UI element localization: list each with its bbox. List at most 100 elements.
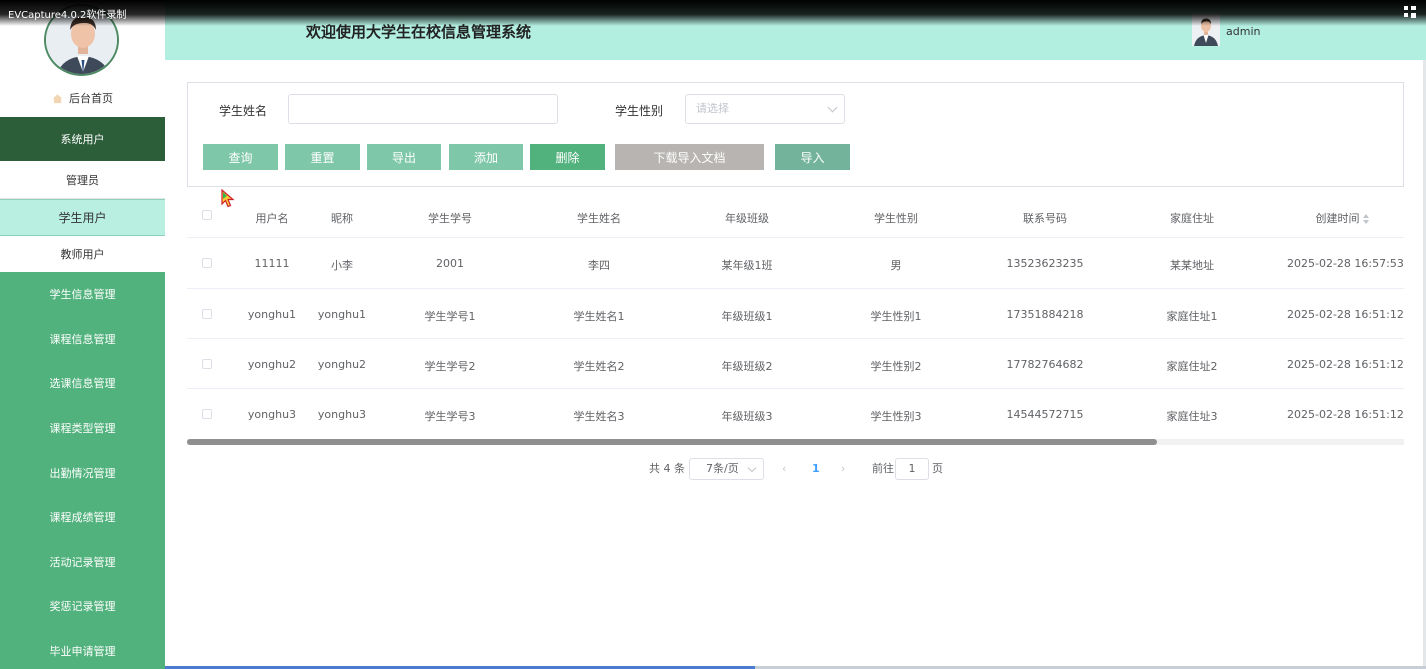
table-row[interactable]: yonghu2 yonghu2 学生学号2 学生姓名2 年级班级2 学生性别2 177827…	[187, 339, 1404, 389]
sidebar-item-admin[interactable]: 管理员	[0, 161, 165, 199]
table-cell: 某某地址	[1170, 259, 1214, 272]
sidebar-menu: 学生信息管理 课程信息管理 选课信息管理 课程类型管理 出勤情况管理 课程成绩管…	[0, 272, 165, 669]
sidebar-category-system-users[interactable]: 系统用户	[0, 117, 165, 161]
column-header: 学生性别	[874, 212, 918, 225]
student-name-label: 学生姓名	[219, 104, 268, 118]
sidebar-item-student-users[interactable]: 学生用户	[0, 199, 165, 236]
query-button[interactable]: 查询	[203, 144, 278, 170]
table-cell: 年级班级2	[721, 360, 773, 373]
main-content: 学生姓名 学生性别 请选择 查询 重置 导出 添加 删除 下载导入文档 导入 用…	[165, 60, 1426, 669]
delete-button[interactable]: 删除	[530, 144, 605, 170]
sidebar-item-label: 选课信息管理	[49, 377, 116, 391]
sidebar: 后台首页 系统用户 管理员 学生用户 教师用户 学生信息管理 课程信息管理 选课…	[0, 0, 165, 669]
pagination-total: 共 4 条	[649, 462, 685, 475]
sidebar-item-label: 出勤情况管理	[49, 466, 116, 480]
recorder-title: EVCapture4.0.2软件录制	[8, 10, 127, 21]
row-checkbox[interactable]	[202, 309, 212, 319]
table-cell: 学生姓名3	[573, 410, 625, 423]
row-checkbox[interactable]	[202, 258, 212, 268]
student-gender-select[interactable]: 请选择	[685, 94, 845, 124]
recorder-layout-icon[interactable]	[1404, 6, 1416, 18]
horizontal-scrollbar[interactable]	[187, 439, 1404, 445]
table-cell: 学生姓名2	[573, 360, 625, 373]
table-row[interactable]: yonghu1 yonghu1 学生学号1 学生姓名1 年级班级1 学生性别1 173518…	[187, 289, 1404, 339]
sidebar-item-label: 课程信息管理	[49, 332, 116, 346]
scrollbar-thumb[interactable]	[187, 439, 1157, 445]
row-checkbox[interactable]	[202, 409, 212, 419]
sidebar-item-activity-records[interactable]: 活动记录管理	[0, 540, 165, 585]
user-name[interactable]: admin	[1226, 25, 1260, 38]
row-checkbox[interactable]	[202, 359, 212, 369]
home-icon	[52, 93, 63, 103]
table-cell: 2001	[436, 257, 464, 270]
gender-select-placeholder: 请选择	[696, 102, 729, 115]
table-row[interactable]: 11111 小李 2001 李四 某年级1班 男 13523623235 某某地址 2025-0…	[187, 238, 1404, 289]
sidebar-item-label: 管理员	[66, 173, 99, 187]
select-all-checkbox[interactable]	[202, 210, 212, 220]
sidebar-item-label: 教师用户	[60, 248, 105, 261]
sidebar-item-course-type[interactable]: 课程类型管理	[0, 406, 165, 451]
table-row[interactable]: yonghu3 yonghu3 学生学号3 学生姓名3 年级班级3 学生性别3 145445…	[187, 389, 1404, 440]
table-cell: 学生学号1	[424, 310, 476, 323]
table-cell: yonghu1	[247, 308, 297, 321]
table-cell: yonghu3	[317, 408, 367, 421]
sidebar-home[interactable]: 后台首页	[0, 86, 165, 110]
table-cell: yonghu2	[317, 358, 367, 371]
sidebar-item-label: 奖惩记录管理	[49, 600, 116, 614]
column-header: 用户名	[255, 212, 289, 225]
sidebar-item-graduation[interactable]: 毕业申请管理	[0, 629, 165, 669]
sidebar-item-rewards-penalties[interactable]: 奖惩记录管理	[0, 584, 165, 629]
table-cell: 家庭住址1	[1166, 310, 1218, 323]
table-cell: 17351884218	[1006, 308, 1084, 321]
table-cell: 男	[890, 259, 902, 272]
export-button[interactable]: 导出	[367, 144, 441, 170]
sidebar-item-attendance[interactable]: 出勤情况管理	[0, 450, 165, 495]
sidebar-item-course-grades[interactable]: 课程成绩管理	[0, 495, 165, 540]
sidebar-item-student-info[interactable]: 学生信息管理	[0, 272, 165, 317]
goto-label: 前往	[872, 462, 894, 475]
table-cell: 家庭住址2	[1166, 360, 1218, 373]
table-cell: 13523623235	[1006, 257, 1084, 270]
add-button[interactable]: 添加	[449, 144, 523, 170]
page-size-value: 7条/页	[706, 462, 739, 475]
goto-page-input[interactable]: 1	[895, 458, 929, 480]
table-cell: 学生性别3	[870, 410, 922, 423]
table-cell: 2025-02-28 16:57:53	[1287, 257, 1404, 270]
page-size-select[interactable]: 7条/页	[689, 458, 764, 480]
sidebar-item-teacher-users[interactable]: 教师用户	[0, 236, 165, 272]
page-number-current[interactable]: 1	[812, 458, 820, 480]
prev-page-icon[interactable]: ‹	[782, 458, 786, 480]
sidebar-item-course-selection[interactable]: 选课信息管理	[0, 361, 165, 406]
table-cell: yonghu3	[247, 408, 297, 421]
sidebar-item-label: 课程成绩管理	[49, 511, 116, 525]
table-cell: 2025-02-28 16:51:12	[1287, 308, 1404, 321]
chevron-down-icon	[747, 463, 757, 473]
download-template-button[interactable]: 下载导入文档	[615, 144, 764, 170]
pagination: 共 4 条 7条/页 ‹ 1 › 前往 1 页	[165, 458, 1426, 482]
column-header: 学生学号	[428, 212, 472, 225]
sidebar-home-label: 后台首页	[69, 92, 113, 105]
import-button[interactable]: 导入	[775, 144, 850, 170]
table-cell: 家庭住址3	[1166, 410, 1218, 423]
sidebar-item-course-info[interactable]: 课程信息管理	[0, 317, 165, 362]
table-cell: 学生学号2	[424, 360, 476, 373]
chevron-down-icon	[827, 102, 838, 113]
sidebar-item-label: 毕业申请管理	[49, 645, 116, 659]
column-header: 年级班级	[725, 212, 769, 225]
column-header: 创建时间	[1315, 212, 1360, 225]
next-page-icon[interactable]: ›	[841, 458, 845, 480]
column-header: 学生姓名	[577, 212, 621, 225]
sidebar-item-label: 课程类型管理	[49, 422, 116, 436]
table-cell: 年级班级3	[721, 410, 773, 423]
page-unit-label: 页	[932, 462, 943, 475]
search-panel: 学生姓名 学生性别 请选择 查询 重置 导出 添加 删除 下载导入文档 导入	[187, 82, 1404, 187]
table-cell: 14544572715	[1006, 408, 1084, 421]
sort-icon[interactable]	[1362, 214, 1369, 224]
student-name-input[interactable]	[288, 94, 558, 124]
sidebar-item-label: 学生用户	[58, 211, 107, 225]
table-cell: 学生学号3	[424, 410, 476, 423]
column-header-created-time[interactable]: 创建时间	[1287, 210, 1397, 226]
reset-button[interactable]: 重置	[285, 144, 360, 170]
table-cell: 2025-02-28 16:51:12	[1287, 408, 1404, 421]
sidebar-category-label: 系统用户	[60, 133, 105, 146]
